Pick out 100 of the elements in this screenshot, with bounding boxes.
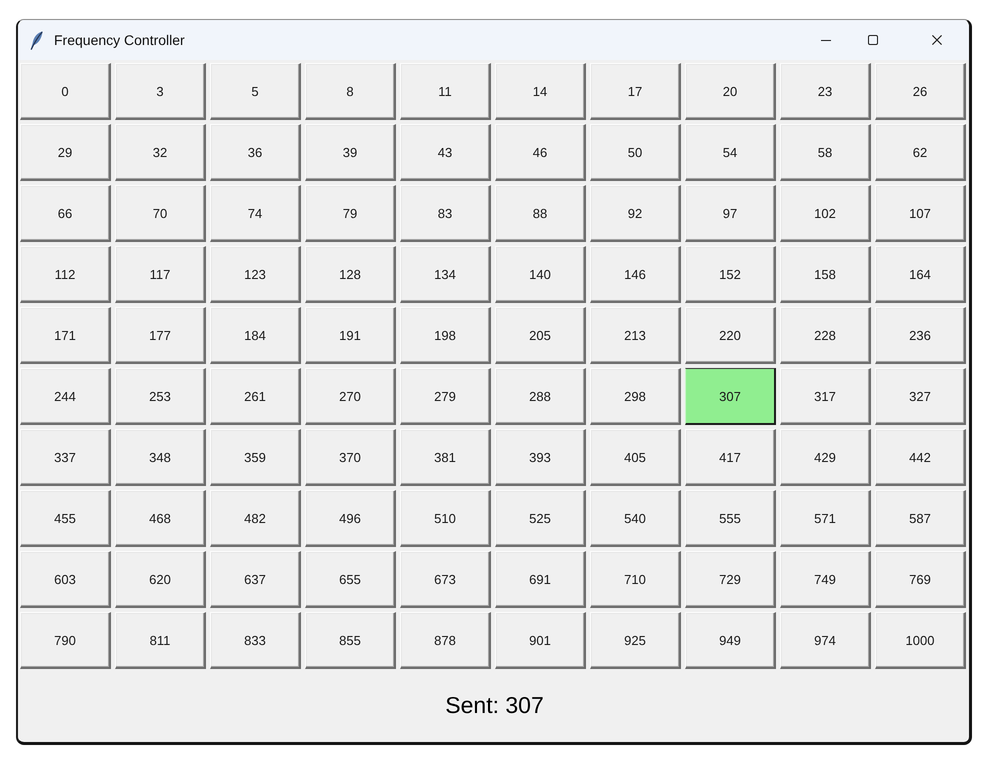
frequency-button[interactable]: 26 [875, 63, 966, 120]
frequency-button[interactable]: 5 [210, 63, 301, 120]
frequency-button[interactable]: 468 [115, 490, 206, 547]
frequency-button[interactable]: 270 [305, 368, 396, 425]
frequency-button[interactable]: 97 [685, 185, 776, 242]
frequency-button[interactable]: 152 [685, 246, 776, 303]
frequency-button[interactable]: 128 [305, 246, 396, 303]
frequency-button[interactable]: 83 [400, 185, 491, 242]
frequency-button[interactable]: 177 [115, 307, 206, 364]
frequency-button[interactable]: 359 [210, 429, 301, 486]
frequency-button[interactable]: 74 [210, 185, 301, 242]
frequency-button[interactable]: 14 [495, 63, 586, 120]
frequency-button[interactable]: 348 [115, 429, 206, 486]
frequency-button[interactable]: 769 [875, 551, 966, 608]
frequency-button[interactable]: 32 [115, 124, 206, 181]
frequency-button[interactable]: 974 [780, 612, 871, 669]
frequency-button[interactable]: 637 [210, 551, 301, 608]
frequency-button[interactable]: 288 [495, 368, 586, 425]
frequency-button[interactable]: 205 [495, 307, 586, 364]
frequency-button[interactable]: 482 [210, 490, 301, 547]
frequency-button[interactable]: 158 [780, 246, 871, 303]
frequency-button[interactable]: 393 [495, 429, 586, 486]
frequency-button[interactable]: 555 [685, 490, 776, 547]
frequency-button[interactable]: 307 [685, 368, 776, 425]
frequency-button[interactable]: 54 [685, 124, 776, 181]
frequency-button[interactable]: 107 [875, 185, 966, 242]
frequency-button[interactable]: 228 [780, 307, 871, 364]
frequency-button[interactable]: 673 [400, 551, 491, 608]
frequency-button[interactable]: 79 [305, 185, 396, 242]
frequency-button[interactable]: 171 [20, 307, 111, 364]
frequency-button[interactable]: 833 [210, 612, 301, 669]
frequency-button[interactable]: 571 [780, 490, 871, 547]
frequency-button[interactable]: 298 [590, 368, 681, 425]
frequency-button[interactable]: 244 [20, 368, 111, 425]
frequency-button[interactable]: 213 [590, 307, 681, 364]
frequency-button[interactable]: 3 [115, 63, 206, 120]
frequency-button[interactable]: 317 [780, 368, 871, 425]
frequency-button[interactable]: 184 [210, 307, 301, 364]
frequency-button[interactable]: 381 [400, 429, 491, 486]
frequency-button[interactable]: 62 [875, 124, 966, 181]
frequency-button[interactable]: 236 [875, 307, 966, 364]
frequency-button[interactable]: 949 [685, 612, 776, 669]
frequency-button[interactable]: 455 [20, 490, 111, 547]
frequency-button[interactable]: 123 [210, 246, 301, 303]
frequency-button[interactable]: 279 [400, 368, 491, 425]
frequency-button[interactable]: 164 [875, 246, 966, 303]
frequency-button[interactable]: 1000 [875, 612, 966, 669]
frequency-button[interactable]: 70 [115, 185, 206, 242]
frequency-button[interactable]: 191 [305, 307, 396, 364]
frequency-button[interactable]: 17 [590, 63, 681, 120]
frequency-button[interactable]: 46 [495, 124, 586, 181]
frequency-button[interactable]: 43 [400, 124, 491, 181]
frequency-button[interactable]: 587 [875, 490, 966, 547]
frequency-button[interactable]: 117 [115, 246, 206, 303]
frequency-button[interactable]: 198 [400, 307, 491, 364]
frequency-button[interactable]: 88 [495, 185, 586, 242]
frequency-button[interactable]: 146 [590, 246, 681, 303]
frequency-button[interactable]: 253 [115, 368, 206, 425]
frequency-button[interactable]: 370 [305, 429, 396, 486]
frequency-button[interactable]: 92 [590, 185, 681, 242]
frequency-button[interactable]: 655 [305, 551, 396, 608]
frequency-button[interactable]: 405 [590, 429, 681, 486]
frequency-button[interactable]: 729 [685, 551, 776, 608]
frequency-button[interactable]: 261 [210, 368, 301, 425]
frequency-button[interactable]: 327 [875, 368, 966, 425]
frequency-button[interactable]: 510 [400, 490, 491, 547]
frequency-button[interactable]: 39 [305, 124, 396, 181]
frequency-button[interactable]: 790 [20, 612, 111, 669]
frequency-button[interactable]: 710 [590, 551, 681, 608]
frequency-button[interactable]: 417 [685, 429, 776, 486]
frequency-button[interactable]: 50 [590, 124, 681, 181]
frequency-button[interactable]: 496 [305, 490, 396, 547]
frequency-button[interactable]: 134 [400, 246, 491, 303]
frequency-button[interactable]: 112 [20, 246, 111, 303]
frequency-button[interactable]: 925 [590, 612, 681, 669]
frequency-button[interactable]: 525 [495, 490, 586, 547]
frequency-button[interactable]: 337 [20, 429, 111, 486]
frequency-button[interactable]: 20 [685, 63, 776, 120]
frequency-button[interactable]: 901 [495, 612, 586, 669]
frequency-button[interactable]: 8 [305, 63, 396, 120]
frequency-button[interactable]: 855 [305, 612, 396, 669]
frequency-button[interactable]: 442 [875, 429, 966, 486]
frequency-button[interactable]: 878 [400, 612, 491, 669]
frequency-button[interactable]: 220 [685, 307, 776, 364]
frequency-button[interactable]: 140 [495, 246, 586, 303]
frequency-button[interactable]: 11 [400, 63, 491, 120]
frequency-button[interactable]: 23 [780, 63, 871, 120]
frequency-button[interactable]: 540 [590, 490, 681, 547]
frequency-button[interactable]: 603 [20, 551, 111, 608]
frequency-button[interactable]: 429 [780, 429, 871, 486]
frequency-button[interactable]: 691 [495, 551, 586, 608]
frequency-button[interactable]: 0 [20, 63, 111, 120]
frequency-button[interactable]: 29 [20, 124, 111, 181]
frequency-button[interactable]: 66 [20, 185, 111, 242]
frequency-button[interactable]: 749 [780, 551, 871, 608]
frequency-button[interactable]: 102 [780, 185, 871, 242]
frequency-button[interactable]: 620 [115, 551, 206, 608]
frequency-button[interactable]: 36 [210, 124, 301, 181]
frequency-button[interactable]: 58 [780, 124, 871, 181]
frequency-button[interactable]: 811 [115, 612, 206, 669]
